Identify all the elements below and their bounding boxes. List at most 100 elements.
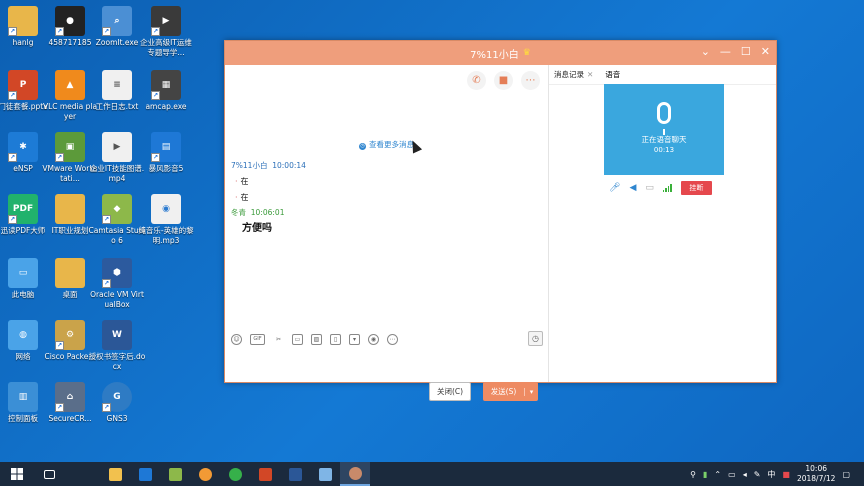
message-time: 10:00:14	[272, 161, 306, 170]
clock-icon: ◷	[359, 143, 366, 150]
qihoo-browser-icon[interactable]	[220, 462, 250, 486]
windows-start-icon[interactable]	[0, 462, 34, 486]
tab-message-history[interactable]: 消息记录 ✕	[554, 69, 593, 80]
chevron-down-icon[interactable]: ▾	[524, 387, 538, 396]
camtasia-icon: ◆ ↗	[102, 194, 132, 224]
storm-player-icon[interactable]	[130, 462, 160, 486]
pdf-reader-icon: PDF ↗	[8, 194, 38, 224]
send-button[interactable]: 发送(S) ▾	[483, 382, 538, 401]
red-packet-icon[interactable]: ◉	[368, 333, 379, 345]
call-buttons: ✆ ■ ⋯	[467, 71, 540, 90]
powerpoint-icon[interactable]	[250, 462, 280, 486]
desktop-icon[interactable]: ▤ ↗ 暴风影音5	[137, 132, 195, 174]
desktop-icon[interactable]: G ↗ GNS3	[88, 382, 146, 424]
software-icon[interactable]	[190, 462, 220, 486]
microphone-icon[interactable]: 🎤︎	[609, 183, 620, 193]
send-label: 发送(S)	[490, 387, 517, 396]
image-icon[interactable]: ▨	[311, 333, 322, 345]
notification-icon[interactable]: ▢	[842, 470, 850, 479]
folder-icon[interactable]: ▭	[292, 333, 303, 345]
minimize-icon[interactable]: —	[720, 45, 731, 58]
file-explorer-icon[interactable]	[100, 462, 130, 486]
clock-time: 10:06	[805, 464, 828, 473]
desktop-icon[interactable]: ▦ ↗ amcap.exe	[137, 70, 195, 112]
control-panel-icon: ▥	[8, 382, 38, 412]
phone-shake-icon[interactable]: ▯	[330, 333, 341, 345]
desktop-icon[interactable]: W 授权书签字后.docx	[88, 320, 146, 372]
sender-name: 冬青	[231, 208, 246, 217]
folder-user-icon: ↗	[8, 6, 38, 36]
clock[interactable]: 10:06 2018/7/12	[797, 464, 835, 484]
clock-date: 2018/7/12	[796, 474, 836, 483]
window-controls: ⌄ — ☐ ✕	[701, 45, 770, 58]
camera-icon[interactable]: ▭	[645, 183, 654, 193]
desktop-icon[interactable]: ▶ ↗ 企业高级IT运维专题导学...	[137, 6, 195, 58]
view-more-messages-link[interactable]: ◷ 查看更多消息	[225, 139, 548, 150]
computer-icon: ▭	[8, 258, 38, 288]
vmware-icon: ▣ ↗	[55, 132, 85, 162]
title-bar[interactable]: 7%11小白 ♛ ⌄ — ☐ ✕	[225, 41, 776, 65]
volume-icon[interactable]: ◂	[743, 470, 747, 479]
conversation-pane: ✆ ■ ⋯ ◷ 查看更多消息 7%11小白 10:00:14 · 在 · 在 冬青 1…	[225, 65, 548, 401]
message-line: · 在	[235, 193, 249, 202]
emoji-icon[interactable]: ☺	[231, 333, 242, 345]
red-app-icon[interactable]: ■	[782, 470, 790, 479]
microphone-icon	[657, 102, 671, 135]
phone-icon[interactable]: ✆	[467, 71, 486, 90]
bullet-icon: ·	[235, 177, 238, 186]
history-icon[interactable]: ◷	[528, 331, 543, 346]
battery-icon[interactable]: ▮	[703, 470, 707, 479]
voice-status: 正在语音聊天	[641, 135, 687, 144]
scissors-icon[interactable]: ✂	[273, 334, 284, 345]
taskbar: ⚲ ▮ ⌃ ▭ ◂ ✎ 中 ■ 10:06 2018/7/12 ▢	[0, 462, 864, 486]
gif-icon[interactable]: GIF	[250, 333, 265, 345]
message-line: · 在	[235, 177, 249, 186]
hangup-button[interactable]: 挂断	[680, 181, 712, 195]
side-tabs: 消息记录 ✕ 语音	[549, 65, 776, 85]
speaker-icon[interactable]: ◀	[629, 183, 636, 193]
qq-avatar-icon[interactable]	[340, 462, 370, 486]
chevron-down-icon[interactable]: ⌄	[701, 45, 710, 58]
chevron-up-icon[interactable]: ⌃	[714, 470, 721, 479]
more-icon[interactable]: ⋯	[387, 333, 398, 345]
tool-icon[interactable]: ✎	[754, 470, 761, 479]
message-header: 7%11小白 10:00:14	[231, 160, 306, 171]
ime-indicator[interactable]: 中	[767, 469, 775, 480]
docx-file-icon: W	[102, 320, 132, 350]
input-toolbar: ☺ GIF ✂ ▭ ▨ ▯ ▾ ◉ ⋯	[225, 331, 548, 347]
message-text: 方便吗	[242, 223, 272, 234]
notepad-icon[interactable]	[310, 462, 340, 486]
more-options-icon[interactable]: ⋯	[521, 71, 540, 90]
trash-icon[interactable]: ▾	[349, 333, 360, 345]
close-icon[interactable]: ✕	[761, 45, 770, 58]
folder-icon	[55, 194, 85, 224]
video-call-icon[interactable]: ■	[494, 71, 513, 90]
desktop-icon[interactable]: ◉ 纯音乐-英雄的黎明.mp3	[137, 194, 195, 246]
virtualbox-icon: ⬢ ↗	[102, 258, 132, 288]
person-icon[interactable]: ⚲	[690, 470, 696, 479]
message-time: 10:06:01	[250, 208, 285, 217]
network-tray-icon[interactable]: ▭	[728, 470, 736, 479]
close-tab-icon[interactable]: ✕	[587, 70, 593, 79]
tab-voice[interactable]: 语音	[605, 69, 620, 80]
task-view-icon[interactable]	[34, 462, 64, 486]
bullet-icon: ·	[235, 193, 238, 202]
camtasia-icon[interactable]	[160, 462, 190, 486]
qq-penguin-icon: ● ↗	[55, 6, 85, 36]
close-button[interactable]: 关闭(C)	[429, 382, 471, 401]
network-icon: ◍	[8, 320, 38, 350]
video-file-icon: ▶ ↗	[151, 6, 181, 36]
desktop-icon[interactable]: ⬢ ↗ Oracle VM VirtualBox	[88, 258, 146, 310]
mp4-file-icon: ▶	[102, 132, 132, 162]
zoomit-icon: ⌕ ↗	[102, 6, 132, 36]
voice-controls: 🎤︎ ◀ ▭ 挂断	[609, 181, 712, 195]
maximize-icon[interactable]: ☐	[741, 45, 751, 58]
gns3-icon: G ↗	[102, 382, 132, 412]
window-title: 7%11小白	[470, 49, 519, 61]
word-icon[interactable]	[280, 462, 310, 486]
amcap-icon: ▦ ↗	[151, 70, 181, 100]
mp3-file-icon: ◉	[151, 194, 181, 224]
cisco-packet-tracer-icon: ⚙ ↗	[55, 320, 85, 350]
crown-icon: ♛	[522, 48, 531, 58]
ensp-icon: ✱ ↗	[8, 132, 38, 162]
